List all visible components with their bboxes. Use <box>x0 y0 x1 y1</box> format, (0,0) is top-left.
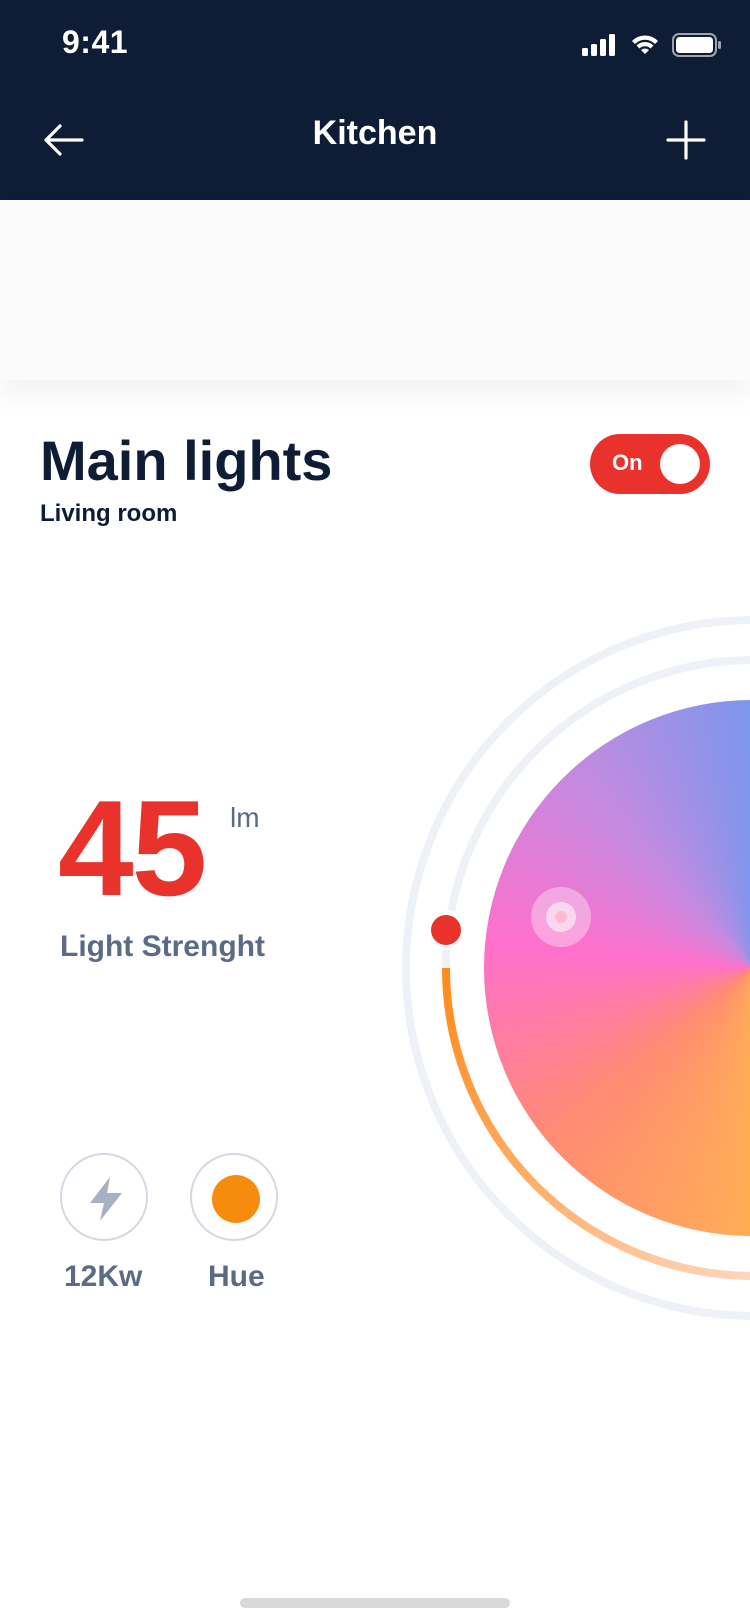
light-dial[interactable] <box>398 612 750 1324</box>
wifi-icon <box>632 35 658 54</box>
hue-swatch <box>212 1175 260 1223</box>
signal-icon <box>582 34 615 56</box>
dial-mask <box>398 612 750 1324</box>
power-usage-button[interactable] <box>60 1153 148 1241</box>
header-banner <box>0 200 750 380</box>
power-toggle[interactable]: On <box>590 434 710 494</box>
light-strength-label: Light Strenght <box>60 930 265 963</box>
page-title: Kitchen <box>312 114 438 152</box>
light-strength-value: 45 <box>58 772 207 924</box>
battery-icon <box>672 33 721 57</box>
picker-inner <box>546 902 576 932</box>
status-time: 9:41 <box>62 24 129 60</box>
strength-knob[interactable] <box>424 908 468 952</box>
color-picker-handle[interactable] <box>531 887 591 947</box>
device-name: Main lights <box>40 429 333 492</box>
room-name: Living room <box>40 500 178 527</box>
toggle-knob <box>660 444 700 484</box>
status-icons <box>582 30 722 60</box>
power-usage-label: 12Kw <box>64 1260 143 1293</box>
status-bar: 9:41 <box>0 0 750 88</box>
lightning-icon <box>90 1177 122 1221</box>
picker-core <box>555 911 567 923</box>
home-indicator <box>240 1598 510 1608</box>
light-strength-unit: lm <box>230 802 260 833</box>
add-button[interactable] <box>660 114 712 166</box>
toggle-label: On <box>612 450 643 475</box>
hue-label: Hue <box>208 1260 265 1293</box>
nav-bar: Kitchen <box>0 88 750 200</box>
plus-icon <box>666 120 706 160</box>
hue-button[interactable] <box>190 1153 278 1241</box>
